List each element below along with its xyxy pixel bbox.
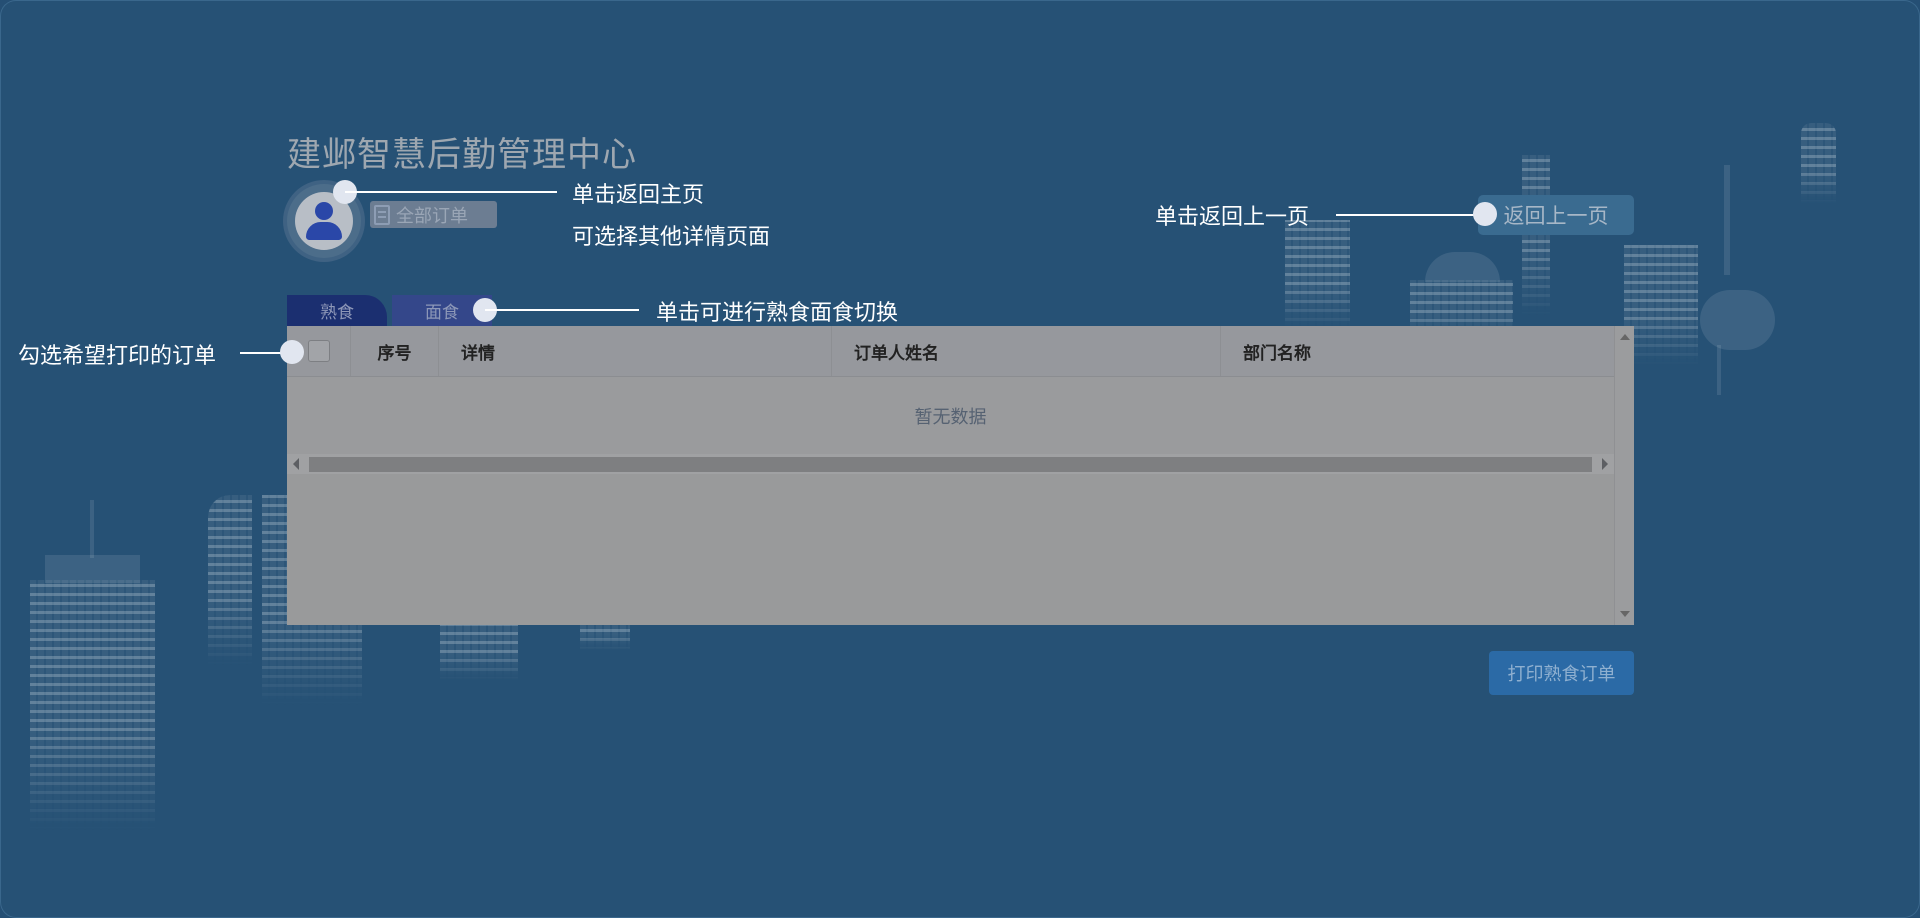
page-title: 建邺智慧后勤管理中心 bbox=[287, 135, 637, 175]
app-frame: 建邺智慧后勤管理中心 全部订单 返回上一页 熟食 面食 序号 详情 订单人姓名 … bbox=[0, 0, 1920, 918]
scroll-up-arrow-icon[interactable] bbox=[1620, 334, 1630, 340]
annotation-line-switch bbox=[485, 309, 639, 311]
scrollbar-thumb[interactable] bbox=[309, 457, 1592, 472]
scroll-left-arrow-icon[interactable] bbox=[293, 458, 299, 470]
table-header: 序号 详情 订单人姓名 部门名称 bbox=[287, 326, 1614, 377]
column-header-details[interactable]: 详情 bbox=[439, 326, 832, 376]
back-button[interactable]: 返回上一页 bbox=[1478, 195, 1634, 235]
document-icon bbox=[374, 204, 390, 225]
annotation-home: 单击返回主页 bbox=[572, 183, 705, 208]
tab-cooked-food[interactable]: 熟食 bbox=[287, 295, 387, 326]
annotation-other-pages: 可选择其他详情页面 bbox=[572, 225, 771, 250]
table-body: 暂无数据 bbox=[287, 377, 1614, 454]
scroll-down-arrow-icon[interactable] bbox=[1620, 611, 1630, 617]
annotation-select-orders: 勾选希望打印的订单 bbox=[18, 344, 217, 369]
annotation-dot-back bbox=[1473, 202, 1497, 226]
column-header-index[interactable]: 序号 bbox=[351, 326, 439, 376]
column-header-department[interactable]: 部门名称 bbox=[1221, 326, 1614, 376]
vertical-scrollbar[interactable] bbox=[1614, 326, 1634, 625]
annotation-dot-select bbox=[280, 340, 304, 364]
annotation-back: 单击返回上一页 bbox=[1155, 205, 1310, 230]
print-orders-button[interactable]: 打印熟食订单 bbox=[1489, 651, 1634, 695]
empty-state-text: 暂无数据 bbox=[914, 406, 987, 428]
all-orders-menu[interactable]: 全部订单 bbox=[370, 201, 497, 228]
column-header-orderer-name[interactable]: 订单人姓名 bbox=[832, 326, 1221, 376]
annotation-line-back bbox=[1336, 214, 1486, 216]
select-all-checkbox[interactable] bbox=[307, 340, 330, 362]
all-orders-label: 全部订单 bbox=[396, 205, 468, 227]
scroll-right-arrow-icon[interactable] bbox=[1602, 458, 1608, 470]
horizontal-scrollbar[interactable] bbox=[287, 454, 1614, 474]
annotation-line-home bbox=[345, 191, 557, 193]
orders-table: 序号 详情 订单人姓名 部门名称 暂无数据 bbox=[287, 326, 1634, 625]
annotation-switch-tabs: 单击可进行熟食面食切换 bbox=[656, 301, 899, 326]
